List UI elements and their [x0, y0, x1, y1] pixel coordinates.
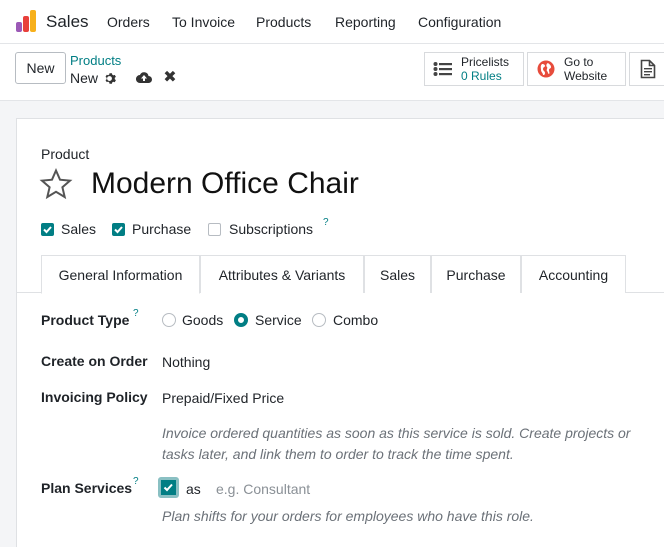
product-name[interactable]: Modern Office Chair: [91, 167, 359, 201]
website-label: Go to: [564, 55, 594, 69]
website-value: Website: [564, 69, 608, 83]
purchase-checkbox[interactable]: [112, 223, 125, 236]
tab-general-information[interactable]: General Information: [41, 255, 200, 294]
pricelists-value: 0 Rules: [461, 69, 502, 83]
nav-configuration[interactable]: Configuration: [418, 14, 501, 30]
favorite-star-icon[interactable]: [39, 167, 73, 201]
list-icon: [425, 61, 461, 77]
gear-icon[interactable]: [101, 70, 117, 86]
smart-button-pricelists[interactable]: Pricelists 0 Rules: [424, 52, 524, 86]
invoicing-policy-hint-1: Invoice ordered quantities as soon as th…: [162, 425, 631, 441]
new-button[interactable]: New: [15, 52, 66, 84]
plan-services-hint: Plan shifts for your orders for employee…: [162, 508, 534, 524]
help-mark[interactable]: ?: [323, 217, 329, 228]
radio-service[interactable]: [234, 313, 248, 327]
invoicing-policy-label: Invoicing Policy: [41, 389, 148, 405]
plan-services-label: Plan Services: [41, 480, 133, 496]
invoicing-policy-hint-2: tasks later, and link them to order to t…: [162, 446, 514, 462]
nav-to-invoice[interactable]: To Invoice: [172, 14, 235, 30]
tab-attributes-variants[interactable]: Attributes & Variants: [200, 255, 364, 293]
plan-services-checkbox[interactable]: [158, 477, 179, 498]
discard-icon[interactable]: ✖: [162, 69, 178, 86]
role-input[interactable]: e.g. Consultant: [216, 481, 310, 497]
smart-button-website[interactable]: Go to Website: [527, 52, 626, 86]
radio-goods[interactable]: [162, 313, 176, 327]
document-icon: [630, 59, 664, 79]
radio-goods-label[interactable]: Goods: [182, 312, 223, 328]
sales-app-icon[interactable]: [14, 10, 38, 34]
product-type-label: Product Type: [41, 312, 130, 328]
subscriptions-checkbox-label[interactable]: Subscriptions: [229, 221, 313, 237]
app-name[interactable]: Sales: [46, 12, 89, 32]
create-on-order-label: Create on Order: [41, 353, 148, 369]
help-mark[interactable]: ?: [133, 476, 139, 487]
radio-service-label[interactable]: Service: [255, 312, 302, 328]
smart-button-document[interactable]: [629, 52, 664, 86]
cloud-upload-icon[interactable]: [135, 69, 153, 85]
top-navbar: Sales Orders To Invoice Products Reporti…: [0, 0, 664, 44]
product-field-label: Product: [41, 146, 90, 162]
invoicing-policy-value[interactable]: Prepaid/Fixed Price: [162, 390, 284, 406]
nav-products[interactable]: Products: [256, 14, 311, 30]
nav-reporting[interactable]: Reporting: [335, 14, 396, 30]
purchase-checkbox-label[interactable]: Purchase: [132, 221, 191, 237]
tab-accounting[interactable]: Accounting: [521, 255, 626, 293]
radio-combo[interactable]: [312, 313, 326, 327]
tab-purchase[interactable]: Purchase: [431, 255, 521, 293]
notebook-tabs: General Information Attributes & Variant…: [17, 255, 664, 294]
sales-checkbox-label[interactable]: Sales: [61, 221, 96, 237]
radio-combo-label[interactable]: Combo: [333, 312, 378, 328]
pricelists-label: Pricelists: [461, 55, 510, 69]
globe-icon: [528, 59, 564, 79]
help-mark[interactable]: ?: [133, 308, 139, 319]
subscriptions-checkbox[interactable]: [208, 223, 221, 236]
tab-sales[interactable]: Sales: [364, 255, 431, 293]
breadcrumb-current: New: [70, 70, 99, 86]
create-on-order-value[interactable]: Nothing: [162, 354, 210, 370]
nav-orders[interactable]: Orders: [107, 14, 150, 30]
control-panel: New Products New ✖ Pricelists 0 Rules Go…: [0, 44, 664, 101]
plan-services-as-label: as: [186, 481, 201, 497]
form-sheet: Product Modern Office Chair Sales Purcha…: [16, 118, 664, 547]
breadcrumb-products[interactable]: Products: [70, 53, 121, 68]
sales-checkbox[interactable]: [41, 223, 54, 236]
